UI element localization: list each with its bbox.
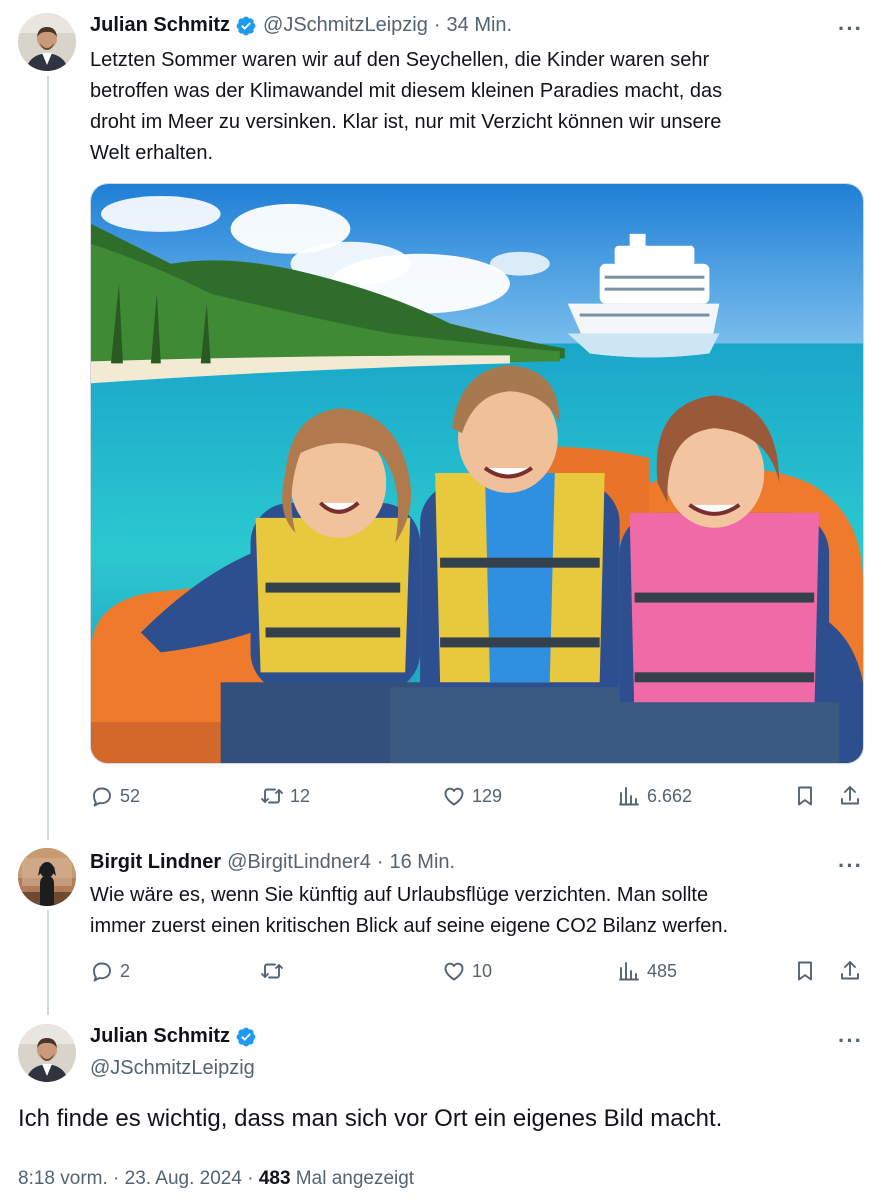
views-button[interactable]: 6.662 [617, 784, 692, 808]
share-icon [841, 786, 859, 805]
share-icon [841, 961, 859, 980]
bookmark-icon [798, 961, 812, 981]
like-count: 129 [472, 785, 503, 806]
views-count: 485 [647, 960, 678, 981]
reply-button[interactable]: 2 [90, 959, 130, 983]
tweet-actions: 52 12 129 6.662 [90, 784, 864, 814]
tweet-header: Julian Schmitz [90, 1025, 263, 1048]
more-icon[interactable]: ··· [838, 18, 863, 40]
like-icon [444, 962, 464, 981]
display-name[interactable]: Julian Schmitz [90, 1025, 230, 1048]
share-button[interactable] [838, 784, 868, 808]
display-name[interactable]: Julian Schmitz [90, 14, 230, 37]
views-label: Mal angezeigt [290, 1168, 415, 1189]
tweet-text-line: droht im Meer zu versinken. Klar ist, nu… [90, 111, 722, 133]
handle[interactable]: @BirgitLindner4 [227, 851, 371, 874]
avatar[interactable] [18, 13, 76, 71]
separator: · [376, 851, 384, 873]
reply-icon [93, 787, 111, 807]
thread-line [47, 910, 49, 1015]
share-button[interactable] [838, 959, 868, 983]
tweet-photo[interactable] [90, 183, 864, 764]
bookmark-icon [798, 786, 812, 806]
timestamp[interactable]: 34 Min. [447, 14, 513, 37]
like-button[interactable]: 129 [442, 784, 502, 808]
more-icon[interactable]: ··· [838, 1030, 863, 1052]
views-icon [619, 787, 639, 806]
thread-line [47, 76, 49, 840]
tweet-text: Wie wäre es, wenn Sie künftig auf Urlaub… [90, 880, 728, 942]
tweet-text-line: betroffen was der Klimawandel mit diesem… [90, 80, 723, 102]
tweet-header: Julian Schmitz @JSchmitzLeipzig · 34 Min… [90, 14, 512, 37]
tweet-footer: 8:18 vorm. · 23. Aug. 2024 · 483 Mal ang… [18, 1168, 414, 1190]
tweet-actions: 2 10 485 [90, 959, 864, 989]
tweet-text: Letzten Sommer waren wir auf den Seychel… [90, 45, 722, 169]
views-icon [619, 962, 639, 981]
views-count: 483 [258, 1168, 291, 1189]
avatar[interactable] [18, 848, 76, 906]
repost-button[interactable]: 12 [260, 784, 310, 808]
tweet-text-line: immer zuerst einen kritischen Blick auf … [90, 915, 729, 937]
like-count: 10 [472, 960, 493, 981]
timestamp[interactable]: 8:18 vorm. · 23. Aug. 2024 · [18, 1168, 259, 1189]
timestamp[interactable]: 16 Min. [390, 851, 456, 874]
bookmark-button[interactable] [793, 784, 823, 808]
repost-count: 12 [290, 785, 311, 806]
handle-row: @JSchmitzLeipzig [90, 1057, 255, 1080]
more-icon[interactable]: ··· [838, 855, 863, 877]
tweet-text-line: Welt erhalten. [90, 142, 214, 164]
verified-badge-icon [236, 16, 256, 35]
repost-icon [261, 963, 283, 979]
reply-icon [93, 962, 111, 982]
handle[interactable]: @JSchmitzLeipzig [263, 14, 428, 37]
like-button[interactable]: 10 [442, 959, 492, 983]
tweet-header: Birgit Lindner @BirgitLindner4 · 16 Min. [90, 851, 455, 874]
repost-icon [261, 788, 283, 804]
reply-count: 2 [120, 960, 131, 981]
repost-button[interactable] [260, 959, 290, 983]
avatar[interactable] [18, 1024, 76, 1082]
handle[interactable]: @JSchmitzLeipzig [90, 1057, 255, 1080]
reply-button[interactable]: 52 [90, 784, 140, 808]
reply-count: 52 [120, 785, 141, 806]
tweet-text-line: Wie wäre es, wenn Sie künftig auf Urlaub… [90, 884, 709, 906]
tweet-text: Ich finde es wichtig, dass man sich vor … [18, 1105, 723, 1132]
views-count: 6.662 [647, 785, 693, 806]
separator: · [433, 14, 441, 36]
verified-badge-icon [236, 1027, 256, 1046]
bookmark-button[interactable] [793, 959, 823, 983]
display-name[interactable]: Birgit Lindner [90, 851, 221, 874]
tweet-text-line: Letzten Sommer waren wir auf den Seychel… [90, 49, 710, 71]
views-button[interactable]: 485 [617, 959, 677, 983]
like-icon [444, 787, 464, 806]
